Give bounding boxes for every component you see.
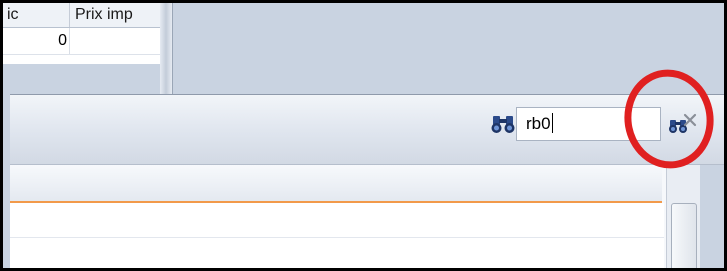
highlight-circle	[624, 69, 714, 169]
column-header[interactable]: ic	[7, 3, 67, 27]
vertical-splitter[interactable]	[160, 3, 173, 94]
grid-header-row: ic Prix imp	[3, 3, 160, 28]
panel-edge	[700, 165, 724, 268]
grid-cell[interactable]: 0	[3, 28, 67, 54]
grid-cell[interactable]	[69, 28, 161, 54]
detail-grid-header	[10, 165, 662, 203]
binoculars-icon	[491, 113, 515, 135]
scrollbar-thumb[interactable]	[671, 203, 697, 268]
row-divider	[10, 237, 664, 238]
search-input-value: rb0	[526, 114, 551, 133]
detail-grid-body	[10, 203, 664, 268]
window-frame: ic Prix imp 0 rb0	[0, 0, 727, 271]
row-divider	[3, 54, 160, 55]
results-grid: ic Prix imp 0	[3, 3, 161, 64]
text-caret	[551, 113, 553, 134]
column-header-prix[interactable]: Prix imp	[69, 3, 160, 27]
vertical-scrollbar[interactable]	[666, 165, 701, 268]
